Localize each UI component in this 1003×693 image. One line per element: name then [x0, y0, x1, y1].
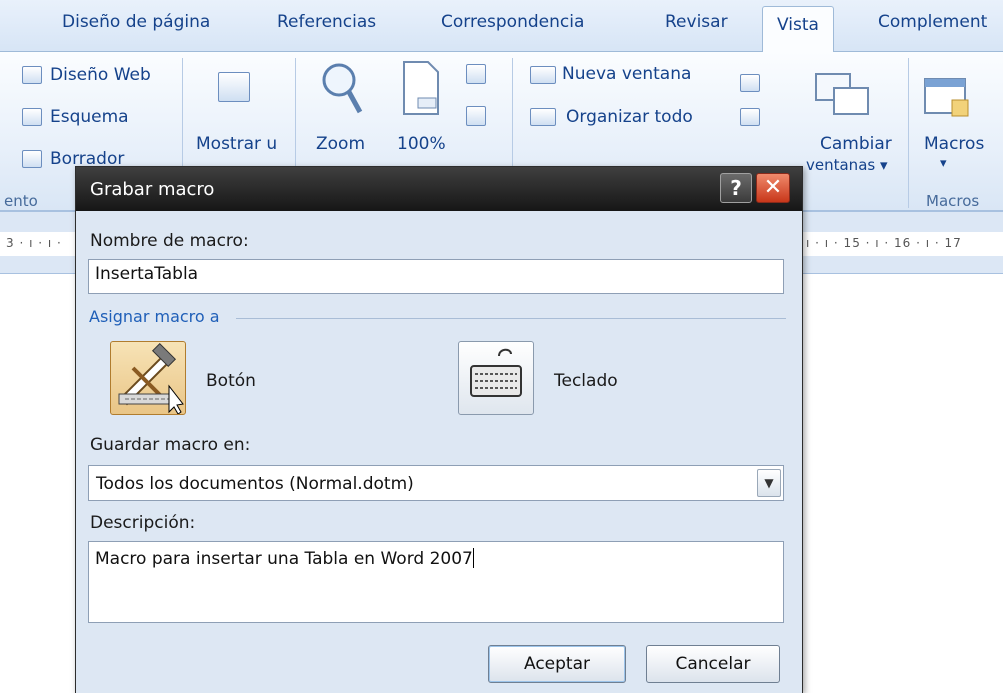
store-macro-label: Guardar macro en: — [90, 435, 251, 455]
description-text: Macro para insertar una Tabla en Word 20… — [95, 549, 473, 569]
button-option-label: Botón — [206, 371, 256, 391]
hammer-icon — [118, 342, 184, 415]
new-window-label: Nueva ventana — [562, 64, 692, 84]
description-label: Descripción: — [90, 513, 196, 533]
views-group-label: ento — [4, 192, 38, 210]
dialog-titlebar[interactable]: Grabar macro ? ✕ — [76, 167, 802, 211]
switch-windows-label-1: Cambiar — [820, 134, 892, 154]
new-window-icon — [530, 66, 556, 84]
sync-scroll-icon[interactable] — [740, 108, 760, 126]
outline-icon — [22, 108, 42, 126]
help-button[interactable]: ? — [720, 173, 752, 203]
cancel-button[interactable]: Cancelar — [646, 645, 780, 683]
zoom-label: Zoom — [316, 134, 366, 154]
outline-label: Esquema — [50, 107, 129, 127]
macros-group-label: Macros — [926, 192, 980, 210]
one-page-icon[interactable] — [466, 64, 486, 84]
draft-icon — [22, 150, 42, 168]
magnifier-icon — [322, 63, 363, 114]
side-by-side-icon[interactable] — [740, 74, 760, 92]
arrange-all-icon — [530, 108, 556, 126]
zoom-100-label: 100% — [397, 134, 446, 154]
close-button[interactable]: ✕ — [756, 173, 790, 203]
macro-name-input[interactable]: InsertaTabla — [88, 259, 784, 294]
dialog-title: Grabar macro — [90, 179, 215, 200]
group-divider — [908, 58, 909, 208]
tab-addins[interactable]: Complement — [878, 12, 987, 32]
macros-label: Macros — [924, 134, 985, 154]
assign-macro-group-title: Asignar macro a — [89, 307, 220, 326]
show-hide-icon — [218, 72, 250, 102]
ruler-marks-left: 3 · ı · ı · — [6, 236, 62, 250]
store-macro-value: Todos los documentos (Normal.dotm) — [96, 474, 414, 494]
tab-review[interactable]: Revisar — [665, 12, 728, 32]
group-divider-line — [236, 318, 786, 319]
macros-icon — [924, 78, 969, 117]
arrange-all-label: Organizar todo — [566, 107, 693, 127]
tab-mailings[interactable]: Correspondencia — [441, 12, 584, 32]
switch-windows-label-2: ventanas ▾ — [806, 156, 888, 174]
close-icon: ✕ — [763, 175, 783, 200]
ruler-marks-right: ı · ı · 15 · ı · 16 · ı · 17 — [806, 236, 962, 250]
tab-view[interactable]: Vista — [762, 6, 834, 53]
keyboard-option-label: Teclado — [554, 371, 618, 391]
ribbon-tab-bar: Diseño de página Referencias Corresponde… — [0, 0, 1003, 53]
description-textarea[interactable]: Macro para insertar una Tabla en Word 20… — [88, 541, 784, 623]
tab-references[interactable]: Referencias — [277, 12, 376, 32]
switch-windows-icon — [815, 73, 869, 115]
web-layout-label: Diseño Web — [50, 65, 151, 85]
record-macro-dialog: Grabar macro ? ✕ Nombre de macro: Insert… — [75, 166, 803, 693]
store-macro-select[interactable]: Todos los documentos (Normal.dotm) ▼ — [88, 465, 784, 501]
show-hide-label: Mostrar u — [196, 134, 278, 154]
web-layout-icon — [22, 66, 42, 84]
macros-dropdown-arrow: ▾ — [940, 156, 947, 171]
ok-button[interactable]: Aceptar — [488, 645, 626, 683]
assign-to-button-button[interactable] — [110, 341, 186, 415]
text-caret — [472, 548, 474, 568]
keyboard-icon — [470, 348, 522, 397]
help-icon: ? — [730, 176, 742, 200]
macro-name-label: Nombre de macro: — [90, 231, 249, 251]
two-pages-icon[interactable] — [466, 106, 486, 126]
assign-to-keyboard-button[interactable] — [458, 341, 534, 415]
chevron-down-icon[interactable]: ▼ — [757, 469, 781, 497]
tab-page-layout[interactable]: Diseño de página — [62, 12, 210, 32]
page-100-icon — [403, 61, 439, 115]
